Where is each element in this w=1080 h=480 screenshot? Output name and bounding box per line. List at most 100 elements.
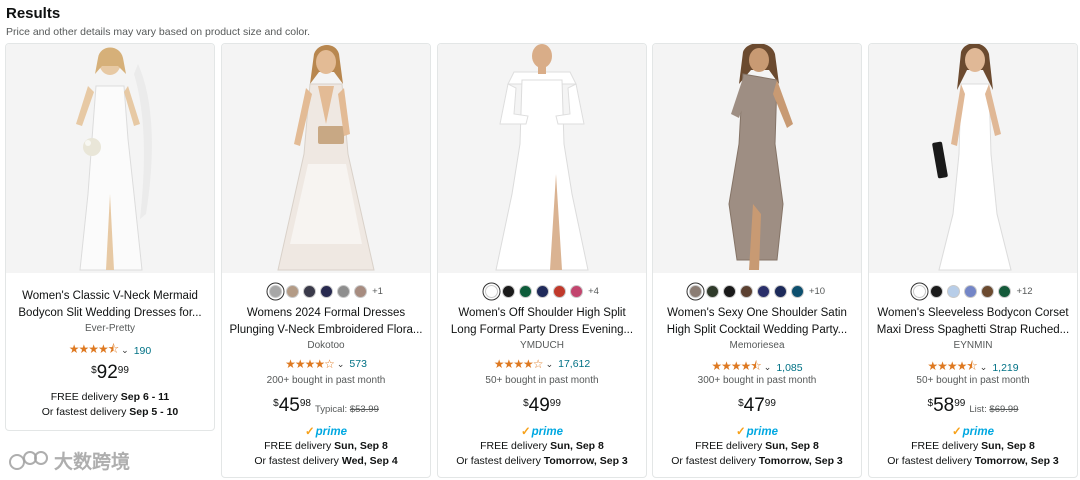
product-card[interactable]: +10 Women's Sexy One Shoulder Satin High… xyxy=(652,43,862,478)
color-swatch[interactable] xyxy=(502,284,516,298)
product-rating[interactable]: ★★★★⯪ ⌄ 190 xyxy=(6,340,214,361)
review-count-link[interactable]: 1,085 xyxy=(776,362,802,374)
more-colors-link[interactable]: +12 xyxy=(1016,286,1032,297)
fastest-delivery-info: Or fastest delivery Tomorrow, Sep 3 xyxy=(456,455,628,467)
review-count-link[interactable]: 1,219 xyxy=(992,362,1018,374)
delivery-info: FREE delivery Sun, Sep 8 xyxy=(480,440,604,452)
fastest-delivery-info: Or fastest delivery Sep 5 - 10 xyxy=(41,406,179,418)
product-image[interactable] xyxy=(653,44,861,273)
product-price[interactable]: $49 99 xyxy=(523,395,561,417)
color-swatch[interactable] xyxy=(688,284,702,298)
product-brand: YMDUCH xyxy=(520,340,564,351)
product-card[interactable]: Women's Classic V-Neck Mermaid Bodycon S… xyxy=(5,43,215,431)
product-price[interactable]: $47 99 xyxy=(738,395,776,417)
color-swatch[interactable] xyxy=(519,284,533,298)
prime-badge: ✓prime xyxy=(736,426,778,438)
watermark-text: 大数跨境 xyxy=(54,452,131,473)
color-swatch[interactable] xyxy=(930,284,944,298)
fastest-delivery-info: Or fastest delivery Tomorrow, Sep 3 xyxy=(671,455,843,467)
prime-check-icon: ✓ xyxy=(952,426,962,438)
product-title[interactable]: Womens 2024 Formal Dresses Plunging V-Ne… xyxy=(228,305,424,339)
list-price: List: $69.99 xyxy=(969,404,1019,415)
product-price[interactable]: $45 98 xyxy=(273,395,311,417)
color-swatch[interactable] xyxy=(303,284,317,298)
chevron-down-icon[interactable]: ⌄ xyxy=(546,359,554,370)
watermark-logo-icon xyxy=(8,449,50,473)
product-title[interactable]: Women's Off Shoulder High Split Long For… xyxy=(444,305,640,339)
star-rating-icon: ★★★★☆ xyxy=(285,357,335,371)
fastest-delivery-info: Or fastest delivery Tomorrow, Sep 3 xyxy=(887,455,1059,467)
price-row: $92 99 xyxy=(6,362,214,384)
color-swatch[interactable] xyxy=(964,284,978,298)
color-swatch[interactable] xyxy=(773,284,787,298)
color-swatch[interactable] xyxy=(790,284,804,298)
results-subtitle: Price and other details may vary based o… xyxy=(6,26,311,38)
product-brand: Memoriesea xyxy=(729,340,785,351)
bought-count: 50+ bought in past month xyxy=(485,375,599,386)
price-row: $45 98 Typical: $53.99 xyxy=(222,395,430,417)
review-count-link[interactable]: 17,612 xyxy=(558,358,590,370)
color-swatch[interactable] xyxy=(269,284,283,298)
bought-count: 300+ bought in past month xyxy=(697,375,817,386)
product-brand: Ever-Pretty xyxy=(84,323,135,334)
chevron-down-icon[interactable]: ⌄ xyxy=(337,359,345,370)
price-row: $49 99 xyxy=(438,395,646,417)
bought-count: 50+ bought in past month xyxy=(916,375,1030,386)
review-count-link[interactable]: 573 xyxy=(349,358,367,370)
chevron-down-icon[interactable]: ⌄ xyxy=(121,345,129,356)
product-title[interactable]: Women's Sleeveless Bodycon Corset Maxi D… xyxy=(875,305,1071,339)
delivery-info: FREE delivery Sun, Sep 8 xyxy=(911,440,1035,452)
color-swatch[interactable] xyxy=(739,284,753,298)
delivery-info: FREE delivery Sun, Sep 8 xyxy=(695,440,819,452)
color-swatch[interactable] xyxy=(320,284,334,298)
typical-price: Typical: $53.99 xyxy=(314,404,379,415)
product-image[interactable] xyxy=(222,44,430,273)
delivery-info: FREE delivery Sun, Sep 8 xyxy=(264,440,388,452)
more-colors-link[interactable]: +1 xyxy=(372,286,383,297)
more-colors-link[interactable]: +4 xyxy=(588,286,599,297)
product-rating[interactable]: ★★★★☆ ⌄ 573 xyxy=(222,357,430,371)
review-count-link[interactable]: 190 xyxy=(134,345,152,357)
color-swatch[interactable] xyxy=(337,284,351,298)
product-image[interactable] xyxy=(6,44,214,273)
prime-check-icon: ✓ xyxy=(736,426,746,438)
product-brand: EYNMIN xyxy=(953,340,993,351)
product-image[interactable] xyxy=(438,44,646,273)
product-title[interactable]: Women's Sexy One Shoulder Satin High Spl… xyxy=(659,305,855,339)
color-swatch[interactable] xyxy=(553,284,567,298)
chevron-down-icon[interactable]: ⌄ xyxy=(764,362,772,373)
color-swatches: +12 xyxy=(869,283,1077,299)
more-colors-link[interactable]: +10 xyxy=(809,286,825,297)
color-swatch[interactable] xyxy=(570,284,584,298)
color-swatch[interactable] xyxy=(286,284,300,298)
color-swatch[interactable] xyxy=(536,284,550,298)
color-swatches: +1 xyxy=(222,283,430,299)
color-swatch[interactable] xyxy=(756,284,770,298)
color-swatch[interactable] xyxy=(947,284,961,298)
product-title[interactable]: Women's Classic V-Neck Mermaid Bodycon S… xyxy=(12,288,208,322)
color-swatch[interactable] xyxy=(981,284,995,298)
delivery-info: FREE delivery Sep 6 - 11 xyxy=(50,391,170,403)
results-heading: Results xyxy=(6,5,61,22)
product-card[interactable]: +1 Womens 2024 Formal Dresses Plunging V… xyxy=(221,43,431,478)
chevron-down-icon[interactable]: ⌄ xyxy=(980,362,988,373)
color-swatch[interactable] xyxy=(485,284,499,298)
product-price[interactable]: $92 99 xyxy=(91,362,129,384)
product-card[interactable]: +4 Women's Off Shoulder High Split Long … xyxy=(437,43,647,478)
price-row: $47 99 xyxy=(653,395,861,417)
product-rating[interactable]: ★★★★☆ ⌄ 17,612 xyxy=(438,357,646,371)
color-swatch[interactable] xyxy=(354,284,368,298)
prime-badge: ✓prime xyxy=(305,426,347,438)
color-swatch[interactable] xyxy=(722,284,736,298)
product-price[interactable]: $58 99 xyxy=(928,395,966,417)
watermark: 大数跨境 xyxy=(8,447,130,474)
prime-check-icon: ✓ xyxy=(521,426,531,438)
prime-badge: ✓prime xyxy=(521,426,563,438)
product-brand: Dokotoo xyxy=(307,340,345,351)
color-swatch[interactable] xyxy=(913,284,927,298)
product-card[interactable]: +12 Women's Sleeveless Bodycon Corset Ma… xyxy=(868,43,1078,478)
star-rating-icon: ★★★★⯪ xyxy=(68,342,119,356)
color-swatch[interactable] xyxy=(705,284,719,298)
product-image[interactable] xyxy=(869,44,1077,273)
color-swatch[interactable] xyxy=(998,284,1012,298)
